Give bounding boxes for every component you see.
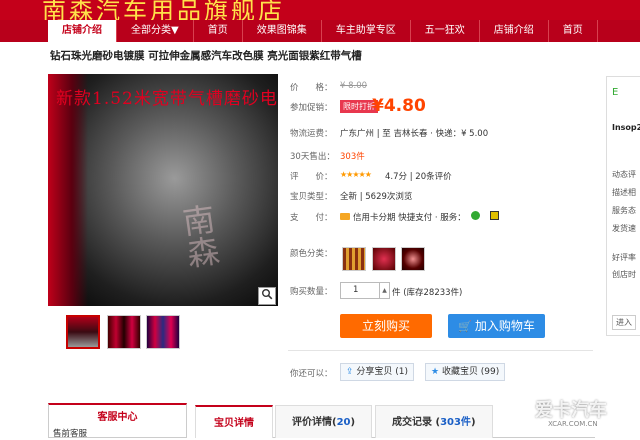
shop-banner: 南森汽车用品旗舰店: [0, 0, 640, 20]
thumbnail-2[interactable]: [107, 315, 141, 349]
image-overlay-text: 新款1.52米宽带气槽磨砂电镀银: [56, 89, 278, 109]
sidebar-line-4: 描述相: [612, 188, 636, 197]
sidebar-line-8: 创店时: [612, 270, 636, 279]
nav-item-shop-intro-2[interactable]: 店铺介绍: [480, 20, 549, 42]
add-to-cart-label: 加入购物车: [474, 319, 535, 333]
service-icon-2: [490, 211, 500, 220]
favorite-button[interactable]: ★ 收藏宝贝 (99): [425, 363, 506, 381]
quantity-label: 购买数量：: [290, 287, 333, 297]
payment-methods: 信用卡分期 快捷支付 · 服务：: [353, 213, 466, 223]
image-watermark: 南森: [175, 201, 223, 271]
thumbnail-1[interactable]: [66, 315, 100, 349]
share-prefix: 你还可以：: [290, 369, 333, 379]
quantity-value[interactable]: 1: [353, 285, 358, 295]
service-subheader: 售前客服: [53, 429, 88, 439]
favorite-label: 收藏宝贝 (99): [441, 367, 500, 377]
shipping-label: 物流运费：: [290, 129, 333, 139]
credit-card-icon: [340, 213, 350, 220]
add-to-cart-button[interactable]: 🛒 加入购物车: [448, 314, 545, 338]
sidebar-line-3: 动态评: [612, 170, 636, 179]
shop-nav: 店铺介绍 全部分类▼ 首页 效果图锦集 车主助掌专区 五一狂欢 店铺介绍 首页: [0, 20, 640, 42]
share-icon: ⇪: [346, 367, 357, 377]
sold-label: 30天售出：: [290, 152, 335, 162]
shop-sidebar: E Insop2 动态评 描述相 服务态 发货速 好评率 创店时 进入: [606, 76, 640, 336]
tab-transactions-label: 成交记录: [392, 417, 432, 428]
sidebar-line-6: 发货速: [612, 224, 636, 233]
chevron-up-icon[interactable]: ▲: [379, 283, 389, 298]
share-button[interactable]: ⇪ 分享宝贝 (1): [340, 363, 415, 381]
color-swatch-2[interactable]: [372, 247, 396, 271]
buy-now-button[interactable]: 立刻购买: [340, 314, 432, 338]
nav-item-gallery[interactable]: 效果图锦集: [243, 20, 322, 42]
payment-value: 信用卡分期 快捷支付 · 服务：: [340, 211, 500, 223]
sidebar-line-1: E: [612, 87, 619, 98]
divider: [288, 350, 593, 351]
original-price: ¥ 8.00: [340, 81, 368, 91]
nav-item-owner-zone[interactable]: 车主助掌专区: [322, 20, 411, 42]
type-value: 全新 | 5629次浏览: [340, 192, 413, 202]
color-label: 颜色分类：: [290, 249, 333, 259]
tab-reviews[interactable]: 评价详情(20): [275, 405, 373, 438]
sidebar-line-5: 服务态: [612, 206, 636, 215]
promo-price: ¥4.80: [372, 96, 426, 116]
sold-count: 303件: [340, 152, 365, 162]
color-swatch-3[interactable]: [401, 247, 425, 271]
promo-label: 参加促销：: [290, 103, 333, 113]
tab-reviews-count: 20: [336, 417, 351, 428]
search-icon[interactable]: [258, 287, 276, 305]
color-swatch-1[interactable]: [342, 247, 366, 271]
thumbnail-3[interactable]: [146, 315, 180, 349]
rating-label: 评 价：: [290, 172, 333, 182]
nav-item-may-day[interactable]: 五一狂欢: [411, 20, 480, 42]
service-icon-1: [470, 211, 480, 220]
customer-service-panel: 客服中心 售前客服: [48, 403, 187, 439]
tab-reviews-label: 评价详情: [292, 417, 332, 428]
cart-icon: 🛒: [458, 320, 472, 333]
nav-item-home-2[interactable]: 首页: [549, 20, 598, 42]
shipping-value[interactable]: 广东广州 | 至 吉林长春 · 快递：¥ 5.00: [340, 127, 488, 139]
tab-details[interactable]: 宝贝详情: [195, 405, 273, 438]
enter-shop-button[interactable]: 进入: [612, 315, 636, 330]
type-label: 宝贝类型：: [290, 192, 333, 202]
price-label: 价 格：: [290, 83, 333, 93]
sidebar-line-2[interactable]: Insop2: [612, 123, 640, 132]
star-icon: ★: [431, 367, 442, 377]
product-main-image[interactable]: 新款1.52米宽带气槽磨砂电镀银 南森: [48, 74, 278, 306]
nav-item-home[interactable]: 首页: [194, 20, 243, 42]
product-title: 钻石珠光磨砂电镀膜 可拉伸金属感汽车改色膜 亮光面银紫红带气槽: [50, 50, 362, 62]
tab-details-label: 宝贝详情: [214, 418, 254, 429]
stock-text: 件 (库存28233件): [392, 288, 463, 298]
service-header: 客服中心: [97, 412, 138, 423]
sidebar-line-7: 好评率: [612, 253, 636, 262]
share-label: 分享宝贝 (1): [356, 367, 409, 377]
tab-transactions[interactable]: 成交记录 (303件): [375, 405, 493, 438]
rating-stars: ★★★★★: [340, 170, 372, 179]
quantity-stepper[interactable]: 1 ▲: [340, 282, 390, 299]
tab-transactions-count: 303件: [440, 417, 471, 428]
site-watermark-sub: XCAR.COM.CN: [548, 420, 598, 428]
site-watermark: 爱卡汽车: [535, 400, 607, 421]
nav-item-all-categories[interactable]: 全部分类▼: [117, 20, 194, 42]
payment-label: 支 付：: [290, 213, 333, 223]
rating-value[interactable]: 4.7分 | 20条评价: [385, 170, 452, 182]
banner-title: 南森汽车用品旗舰店: [42, 0, 285, 20]
nav-item-shop-intro[interactable]: 店铺介绍: [48, 20, 117, 42]
